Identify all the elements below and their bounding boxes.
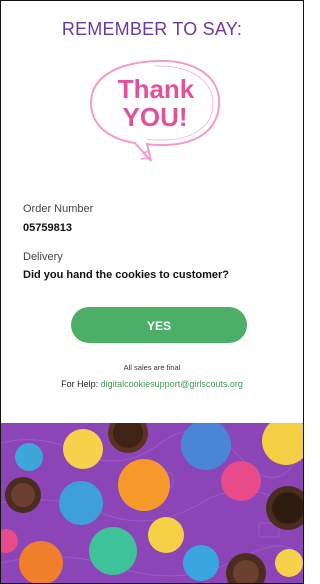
cookie-icon [19,541,63,583]
cookie-icon [148,517,184,553]
help-line: For Help: digitalcookiesupport@girlscout… [1,379,303,389]
support-email-link[interactable]: digitalcookiesupport@girlscouts.org [101,379,243,389]
order-number-label: Order Number [23,203,94,215]
help-prefix: For Help: [61,379,101,389]
speech-bubble-icon: Thank YOU! [89,59,221,162]
cookies-illustration [1,423,303,583]
cookie-icon [1,529,18,553]
cookie-icon [262,423,303,465]
cookie-icon [63,429,103,469]
cookie-icon [59,481,103,525]
page-title: REMEMBER TO SAY: [61,19,243,39]
cookie-icon [89,527,137,575]
delivery-question: Did you hand the cookies to customer? [23,269,229,281]
cookie-icon [118,459,170,511]
cookie-icon [15,443,43,471]
bubble-thank-text: Thank [118,74,195,104]
screen: REMEMBER TO SAY: Thank YOU! Order Number… [0,0,304,584]
order-number-value: 05759813 [23,222,72,234]
cookie-pattern-banner [1,423,303,583]
delivery-label: Delivery [23,251,63,263]
cookie-icon [221,461,261,501]
bubble-you-text: YOU! [123,102,188,132]
sales-final-note: All sales are final [123,363,181,372]
thank-you-bubble: Thank YOU! [85,53,225,171]
cookie-icon [183,545,219,581]
cookie-icon [275,549,303,577]
yes-button[interactable]: YES [71,307,247,343]
cookie-icon [181,423,231,470]
